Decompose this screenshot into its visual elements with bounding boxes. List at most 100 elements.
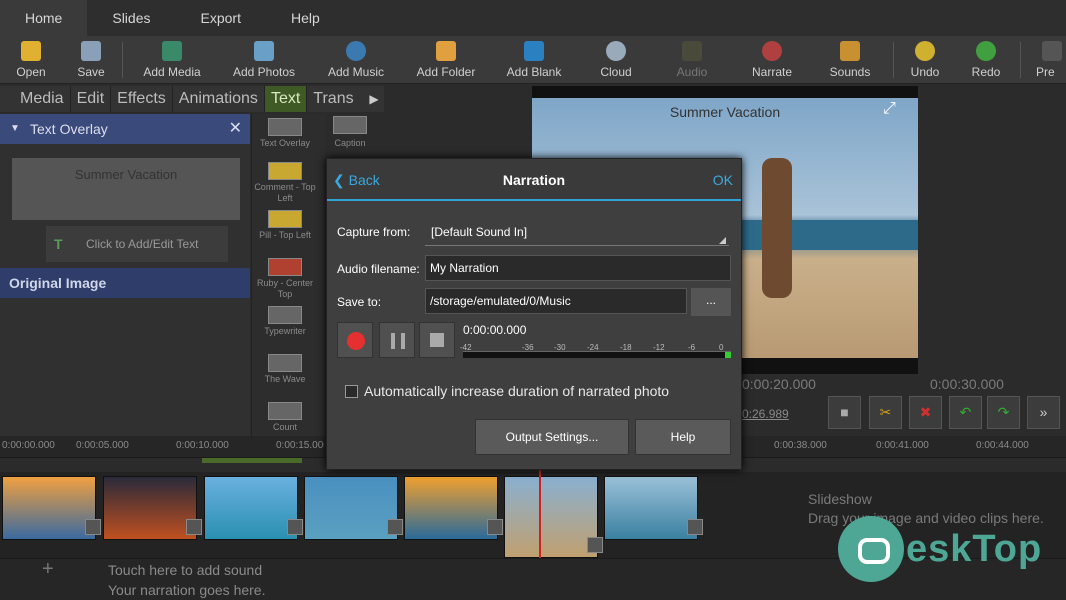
add-blank-icon [524,41,544,61]
delete-icon[interactable]: ✖ [909,396,942,429]
style-text-overlay[interactable]: Text Overlay [252,116,318,149]
current-time[interactable]: 0:26.989 [742,407,789,421]
transition-icon[interactable] [587,537,603,553]
style-typewriter[interactable]: Typewriter [252,304,318,337]
preview-button[interactable]: Pre [1036,36,1066,84]
transition-icon[interactable] [287,519,303,535]
narrate-button[interactable]: Narrate [750,36,794,84]
add-sound-label: Touch here to add sound [108,562,263,578]
toolbar: Open Save Add Media Add Photos Add Music… [0,36,1066,84]
transition-icon[interactable] [487,519,503,535]
add-media-button[interactable]: Add Media [140,36,204,84]
dropdown-icon[interactable] [719,237,726,244]
ok-button[interactable]: OK [713,172,733,188]
clip-thumbnail[interactable] [103,476,202,540]
pause-icon [391,333,405,349]
output-settings-button[interactable]: Output Settings... [475,419,629,455]
menu-help[interactable]: Help [266,0,345,36]
tab-transitions[interactable]: Trans [307,86,359,112]
tab-text[interactable]: Text [264,86,308,112]
clip-thumbnail[interactable] [2,476,101,540]
style-ruby[interactable]: Ruby - Center Top [252,256,318,300]
style-label: Caption [334,138,366,148]
redo-button[interactable]: Redo [968,36,1004,84]
clip-thumbnail[interactable] [404,476,503,540]
add-edit-text-label: Click to Add/Edit Text [86,237,199,251]
ruler-label: 0:00:44.000 [976,440,1029,451]
sounds-button[interactable]: Sounds [828,36,872,84]
menu-slides[interactable]: Slides [87,0,175,36]
more-icon[interactable]: » [1027,396,1060,429]
open-button[interactable]: Open [10,36,52,84]
overlay-text-preview[interactable]: Summer Vacation [12,158,240,220]
style-label: Comment - Top Left [254,182,316,203]
undo-small-icon[interactable]: ↶ [949,396,982,429]
audio-label: Audio [676,65,708,79]
add-music-button[interactable]: Add Music [324,36,388,84]
clip-thumbnail[interactable] [604,476,703,540]
style-caption[interactable]: Caption [326,116,374,148]
style-the-wave[interactable]: The Wave [252,352,318,385]
save-to-input[interactable] [425,288,687,314]
tab-animations[interactable]: Animations [173,86,265,112]
transition-icon[interactable] [186,519,202,535]
add-photos-button[interactable]: Add Photos [230,36,298,84]
playhead[interactable] [539,464,541,562]
clip-thumbnail-selected[interactable] [504,476,603,558]
ruler-label: 0:00:00.000 [2,440,55,451]
tab-effects[interactable]: Effects [111,86,173,112]
audio-filename-input[interactable] [425,255,731,281]
style-label: Ruby - Center Top [256,278,314,299]
undo-button[interactable]: Undo [906,36,944,84]
stop-button[interactable] [419,322,455,358]
save-icon [81,41,101,61]
record-icon [347,332,365,350]
pill-thumb-icon [268,210,302,228]
capture-select[interactable]: [Default Sound In] [431,225,527,239]
typewriter-thumb-icon [268,306,302,324]
menu-home[interactable]: Home [0,0,88,36]
clip-thumbnail[interactable] [204,476,303,540]
text-overlay-header[interactable]: ▼ Text Overlay ✕ [0,114,250,144]
ruler-label: 0:00:41.000 [876,440,929,451]
style-pill[interactable]: Pill - Top Left [252,208,318,241]
redo-small-icon[interactable]: ↷ [987,396,1020,429]
close-icon[interactable]: ✕ [229,114,242,144]
stop-preview-button[interactable]: ■ [828,396,861,429]
audio-level-meter [463,351,731,358]
pause-button[interactable] [379,322,415,358]
toolbar-divider [893,42,894,78]
style-comment[interactable]: Comment - Top Left [252,160,318,204]
ruler-label: 0:00:05.000 [76,440,129,451]
transition-icon[interactable] [85,519,101,535]
transition-icon[interactable] [387,519,403,535]
tab-media[interactable]: Media [0,86,71,112]
add-edit-text-button[interactable]: T Click to Add/Edit Text [46,226,228,262]
caption-thumb-icon [333,116,367,134]
help-button[interactable]: Help [635,419,731,455]
menu-export[interactable]: Export [176,0,266,36]
browse-button[interactable]: ... [691,288,731,316]
style-count[interactable]: Count [252,400,318,433]
ruler-label: 0:00:15.000 [276,440,324,451]
add-sound-icon[interactable]: + [42,558,54,581]
fullscreen-icon[interactable]: ⤢ [883,100,896,118]
cut-icon[interactable]: ✂ [869,396,902,429]
cloud-button[interactable]: Cloud [594,36,638,84]
original-image-row[interactable]: Original Image [0,268,250,298]
tab-scroll-right-icon[interactable]: ▶ [364,86,384,112]
auto-duration-checkbox[interactable] [345,385,358,398]
slideshow-title: Slideshow [808,491,872,507]
collapse-arrow-icon[interactable]: ▼ [10,114,20,144]
tab-edit[interactable]: Edit [71,86,112,112]
undo-icon [915,41,935,61]
dialog-title: Narration [502,172,566,188]
save-button[interactable]: Save [70,36,112,84]
record-button[interactable] [337,322,373,358]
clip-thumbnail[interactable] [304,476,403,540]
add-folder-button[interactable]: Add Folder [414,36,478,84]
add-blank-button[interactable]: Add Blank [504,36,564,84]
auto-duration-label[interactable]: Automatically increase duration of narra… [364,383,669,399]
transition-icon[interactable] [687,519,703,535]
audio-button[interactable]: Audio [672,36,712,84]
